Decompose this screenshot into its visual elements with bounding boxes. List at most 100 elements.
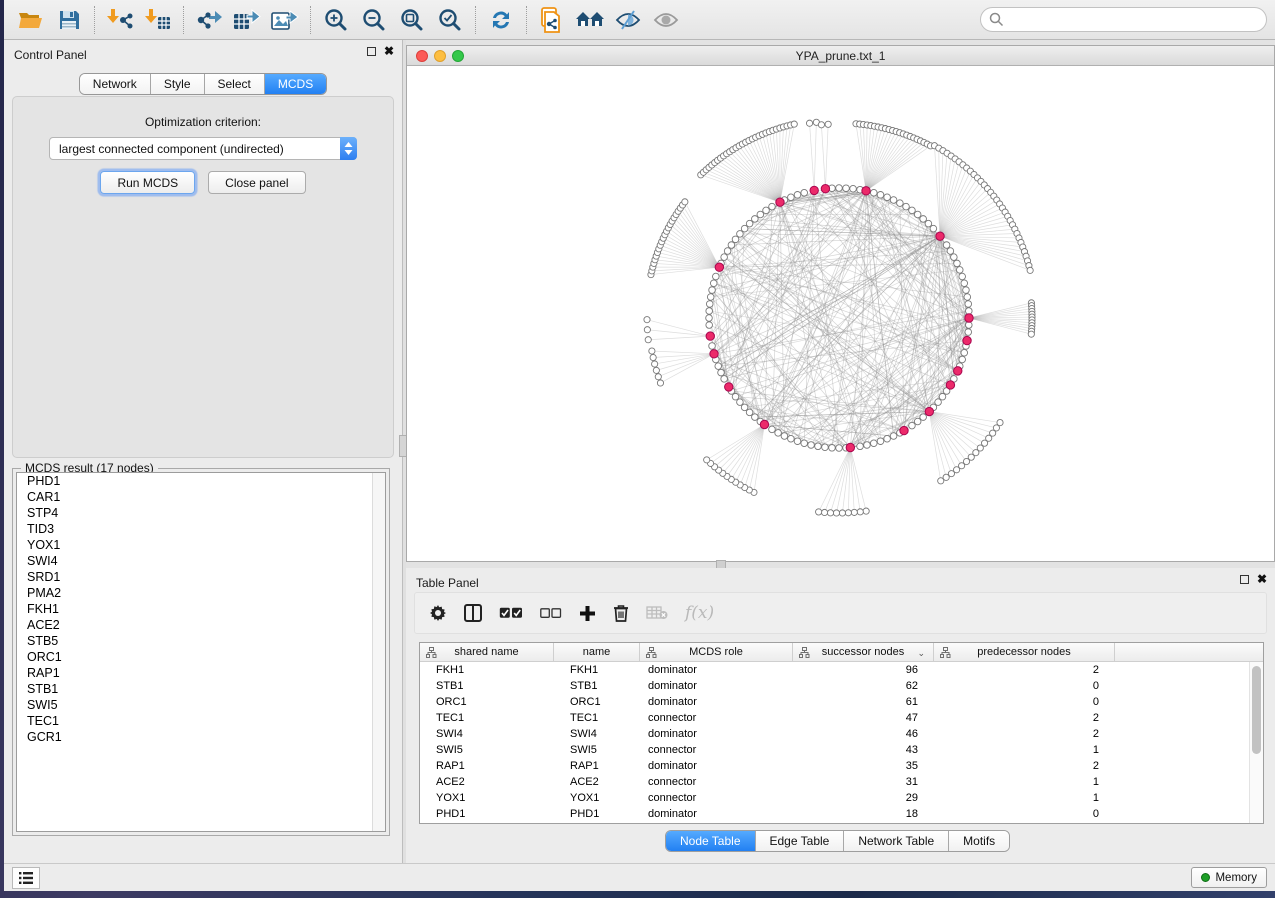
table-body[interactable]: FKH1FKH1dominator962STB1STB1dominator620… [420, 662, 1263, 822]
cell-predecessor-nodes[interactable]: 0 [934, 694, 1115, 710]
optimization-criterion-select[interactable]: largest connected component (undirected) [49, 137, 357, 160]
mcds-result-list[interactable]: PHD1CAR1STP4TID3YOX1SWI4SRD1PMA2FKH1ACE2… [16, 472, 386, 832]
cell-successor-nodes[interactable]: 96 [793, 662, 934, 678]
cell-predecessor-nodes[interactable]: 1 [934, 790, 1115, 806]
chevron-down-icon[interactable]: ⌄ [917, 648, 925, 659]
cell-name[interactable]: ACE2 [554, 774, 640, 790]
show-panels-button[interactable] [12, 867, 40, 889]
scrollbar-thumb[interactable] [1252, 666, 1261, 754]
cell-shared-name[interactable]: SWI5 [420, 742, 554, 758]
mcds-list-item[interactable]: FKH1 [17, 601, 385, 617]
close-panel-icon[interactable]: ✖ [1257, 574, 1267, 584]
homes-icon[interactable] [571, 3, 609, 37]
deselect-all-icon[interactable] [540, 608, 562, 619]
mcds-list-item[interactable]: SWI4 [17, 553, 385, 569]
cell-MCDS-role[interactable]: dominator [640, 694, 793, 710]
table-row[interactable]: SWI5SWI5connector431 [420, 742, 1263, 758]
tab-edge-table[interactable]: Edge Table [756, 831, 845, 851]
mcds-list-item[interactable]: RAP1 [17, 665, 385, 681]
cell-shared-name[interactable]: YOX1 [420, 790, 554, 806]
mcds-list-item[interactable]: TEC1 [17, 713, 385, 729]
tab-select[interactable]: Select [205, 74, 265, 94]
node-table[interactable]: shared namenameMCDS rolesuccessor nodes⌄… [419, 642, 1264, 824]
cell-shared-name[interactable]: PHD1 [420, 806, 554, 822]
mcds-list-item[interactable]: GCR1 [17, 729, 385, 745]
float-panel-icon[interactable] [367, 47, 376, 56]
zoom-out-icon[interactable] [355, 3, 393, 37]
network-canvas[interactable] [407, 66, 1274, 561]
cell-shared-name[interactable]: ACE2 [420, 774, 554, 790]
table-row[interactable]: YOX1YOX1connector291 [420, 790, 1263, 806]
cell-name[interactable]: YOX1 [554, 790, 640, 806]
function-builder-icon[interactable]: f(x) [685, 603, 714, 623]
network-titlebar[interactable]: YPA_prune.txt_1 [407, 46, 1274, 66]
import-table-icon[interactable] [139, 3, 177, 37]
cell-predecessor-nodes[interactable]: 2 [934, 662, 1115, 678]
list-scrollbar[interactable] [372, 473, 385, 831]
cell-name[interactable]: TEC1 [554, 710, 640, 726]
import-network-icon[interactable] [101, 3, 139, 37]
cell-successor-nodes[interactable]: 43 [793, 742, 934, 758]
mcds-list-item[interactable]: STB1 [17, 681, 385, 697]
tab-network[interactable]: Network [80, 74, 151, 94]
cell-shared-name[interactable]: TEC1 [420, 710, 554, 726]
tab-node-table[interactable]: Node Table [666, 831, 756, 851]
cell-name[interactable]: ORC1 [554, 694, 640, 710]
mcds-list-item[interactable]: TID3 [17, 521, 385, 537]
column-header-name[interactable]: name [554, 643, 640, 661]
cell-successor-nodes[interactable]: 18 [793, 806, 934, 822]
cell-predecessor-nodes[interactable]: 0 [934, 806, 1115, 822]
search-input[interactable] [980, 7, 1267, 32]
cell-predecessor-nodes[interactable]: 2 [934, 726, 1115, 742]
table-row[interactable]: FKH1FKH1dominator962 [420, 662, 1263, 678]
table-row[interactable]: ORC1ORC1dominator610 [420, 694, 1263, 710]
mcds-list-item[interactable]: STB5 [17, 633, 385, 649]
cell-shared-name[interactable]: FKH1 [420, 662, 554, 678]
export-table-icon[interactable] [228, 3, 266, 37]
cell-successor-nodes[interactable]: 46 [793, 726, 934, 742]
column-header-successor-nodes[interactable]: successor nodes⌄ [793, 643, 934, 661]
cell-successor-nodes[interactable]: 35 [793, 758, 934, 774]
cell-successor-nodes[interactable]: 62 [793, 678, 934, 694]
show-eye-icon[interactable] [647, 3, 685, 37]
cell-MCDS-role[interactable]: dominator [640, 758, 793, 774]
refresh-layout-icon[interactable] [482, 3, 520, 37]
mcds-list-item[interactable]: SRD1 [17, 569, 385, 585]
cell-shared-name[interactable]: ORC1 [420, 694, 554, 710]
cell-name[interactable]: STB1 [554, 678, 640, 694]
cell-shared-name[interactable]: STB1 [420, 678, 554, 694]
column-layout-icon[interactable] [464, 604, 482, 622]
table-header-row[interactable]: shared namenameMCDS rolesuccessor nodes⌄… [420, 643, 1263, 662]
cell-MCDS-role[interactable]: dominator [640, 726, 793, 742]
tab-mcds[interactable]: MCDS [265, 74, 326, 94]
cell-name[interactable]: SWI4 [554, 726, 640, 742]
table-scrollbar[interactable] [1249, 662, 1263, 823]
cell-name[interactable]: SWI5 [554, 742, 640, 758]
column-header-shared-name[interactable]: shared name [420, 643, 554, 661]
zoom-fit-icon[interactable] [393, 3, 431, 37]
mcds-list-item[interactable]: ORC1 [17, 649, 385, 665]
table-row[interactable]: ACE2ACE2connector311 [420, 774, 1263, 790]
delete-icon[interactable] [613, 604, 629, 622]
cell-MCDS-role[interactable]: connector [640, 774, 793, 790]
cell-MCDS-role[interactable]: connector [640, 790, 793, 806]
tab-style[interactable]: Style [151, 74, 205, 94]
zoom-in-icon[interactable] [317, 3, 355, 37]
close-panel-button[interactable]: Close panel [208, 171, 305, 194]
table-row[interactable]: SWI4SWI4dominator462 [420, 726, 1263, 742]
run-mcds-button[interactable]: Run MCDS [100, 171, 195, 194]
table-row[interactable]: TEC1TEC1connector472 [420, 710, 1263, 726]
column-header-MCDS-role[interactable]: MCDS role [640, 643, 793, 661]
close-panel-icon[interactable]: ✖ [384, 46, 394, 56]
cell-MCDS-role[interactable]: connector [640, 742, 793, 758]
cell-successor-nodes[interactable]: 47 [793, 710, 934, 726]
cell-MCDS-role[interactable]: dominator [640, 662, 793, 678]
mcds-list-item[interactable]: STP4 [17, 505, 385, 521]
export-image-icon[interactable] [266, 3, 304, 37]
delete-table-icon[interactable] [646, 606, 668, 620]
cell-successor-nodes[interactable]: 61 [793, 694, 934, 710]
mcds-list-item[interactable]: CAR1 [17, 489, 385, 505]
table-row[interactable]: RAP1RAP1dominator352 [420, 758, 1263, 774]
export-network-icon[interactable] [190, 3, 228, 37]
table-row[interactable]: STB1STB1dominator620 [420, 678, 1263, 694]
